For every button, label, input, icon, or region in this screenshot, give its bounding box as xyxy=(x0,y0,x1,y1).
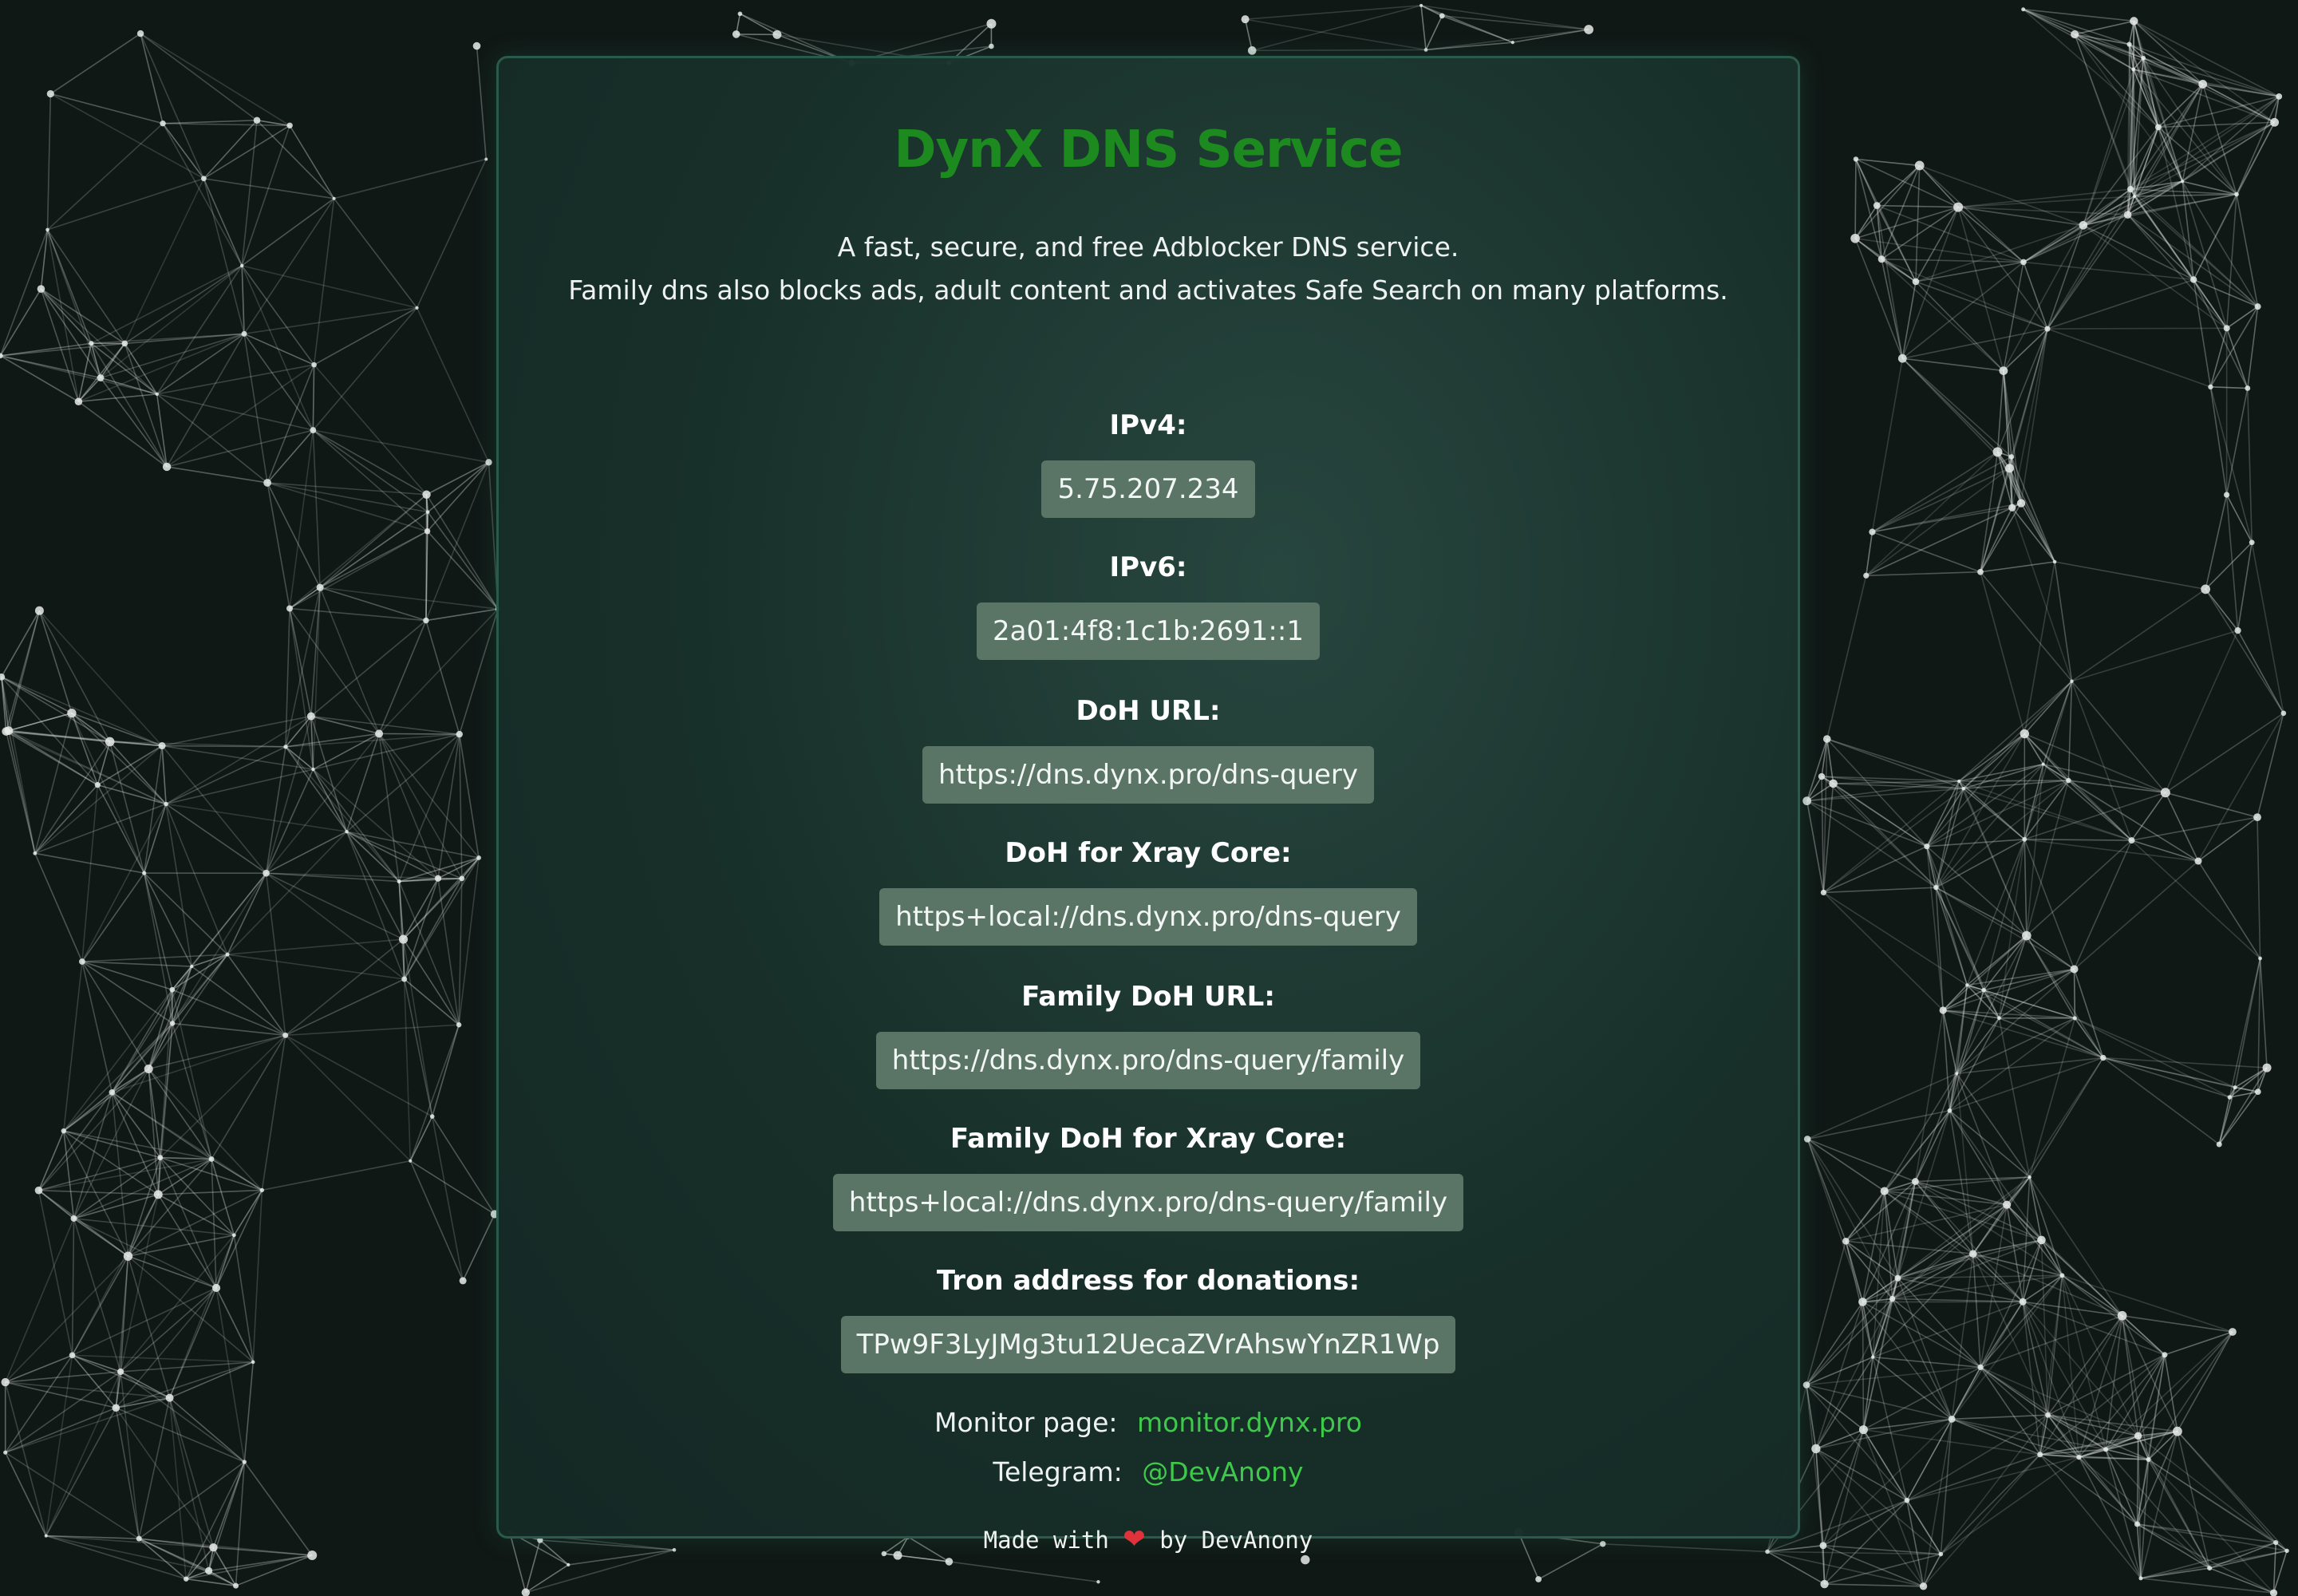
doh-url-section: DoH URL: https://dns.dynx.pro/dns-query xyxy=(499,692,1798,804)
ipv6-value[interactable]: 2a01:4f8:1c1b:2691::1 xyxy=(977,602,1320,660)
ipv4-value[interactable]: 5.75.207.234 xyxy=(1041,460,1255,518)
description-line-2: Family dns also blocks ads, adult conten… xyxy=(568,275,1728,306)
doh-url-value[interactable]: https://dns.dynx.pro/dns-query xyxy=(922,746,1375,804)
family-doh-xray-section: Family DoH for Xray Core: https+local://… xyxy=(499,1120,1798,1231)
description-line-1: A fast, secure, and free Adblocker DNS s… xyxy=(837,231,1459,263)
heart-icon: ❤ xyxy=(1123,1523,1146,1555)
family-doh-xray-value[interactable]: https+local://dns.dynx.pro/dns-query/fam… xyxy=(832,1174,1464,1231)
family-doh-xray-label: Family DoH for Xray Core: xyxy=(950,1123,1347,1155)
telegram-row: Telegram: @DevAnony xyxy=(499,1456,1798,1487)
family-doh-value[interactable]: https://dns.dynx.pro/dns-query/family xyxy=(875,1032,1421,1089)
ipv4-section: IPv4: 5.75.207.234 xyxy=(499,406,1798,518)
monitor-label: Monitor page: xyxy=(934,1407,1118,1438)
doh-xray-section: DoH for Xray Core: https+local://dns.dyn… xyxy=(499,834,1798,946)
family-doh-section: Family DoH URL: https://dns.dynx.pro/dns… xyxy=(499,978,1798,1089)
tron-donation-section: Tron address for donations: TPw9F3LyJMg3… xyxy=(499,1262,1798,1373)
ipv4-label: IPv4: xyxy=(1109,409,1187,441)
service-description: A fast, secure, and free Adblocker DNS s… xyxy=(499,226,1798,312)
telegram-label: Telegram: xyxy=(993,1456,1123,1487)
ipv6-label: IPv6: xyxy=(1109,551,1187,583)
tron-donation-label: Tron address for donations: xyxy=(936,1265,1360,1297)
doh-xray-label: DoH for Xray Core: xyxy=(1005,837,1292,869)
tron-address-value[interactable]: TPw9F3LyJMg3tu12UecaZVrAhswYnZR1Wp xyxy=(840,1316,1456,1373)
doh-url-label: DoH URL: xyxy=(1076,695,1221,727)
footer-suffix: by DevAnony xyxy=(1159,1527,1313,1554)
family-doh-label: Family DoH URL: xyxy=(1021,981,1275,1013)
monitor-row: Monitor page: monitor.dynx.pro xyxy=(499,1407,1798,1438)
footer-credit: Made with ❤ by DevAnony xyxy=(499,1523,1798,1555)
ipv6-section: IPv6: 2a01:4f8:1c1b:2691::1 xyxy=(499,548,1798,660)
dns-info-card: DynX DNS Service A fast, secure, and fre… xyxy=(496,56,1800,1555)
monitor-link[interactable]: monitor.dynx.pro xyxy=(1137,1407,1362,1438)
page-title: DynX DNS Service xyxy=(894,120,1403,180)
footer-prefix: Made with xyxy=(983,1527,1109,1554)
telegram-link[interactable]: @DevAnony xyxy=(1142,1456,1303,1487)
doh-xray-value[interactable]: https+local://dns.dynx.pro/dns-query xyxy=(879,888,1417,946)
